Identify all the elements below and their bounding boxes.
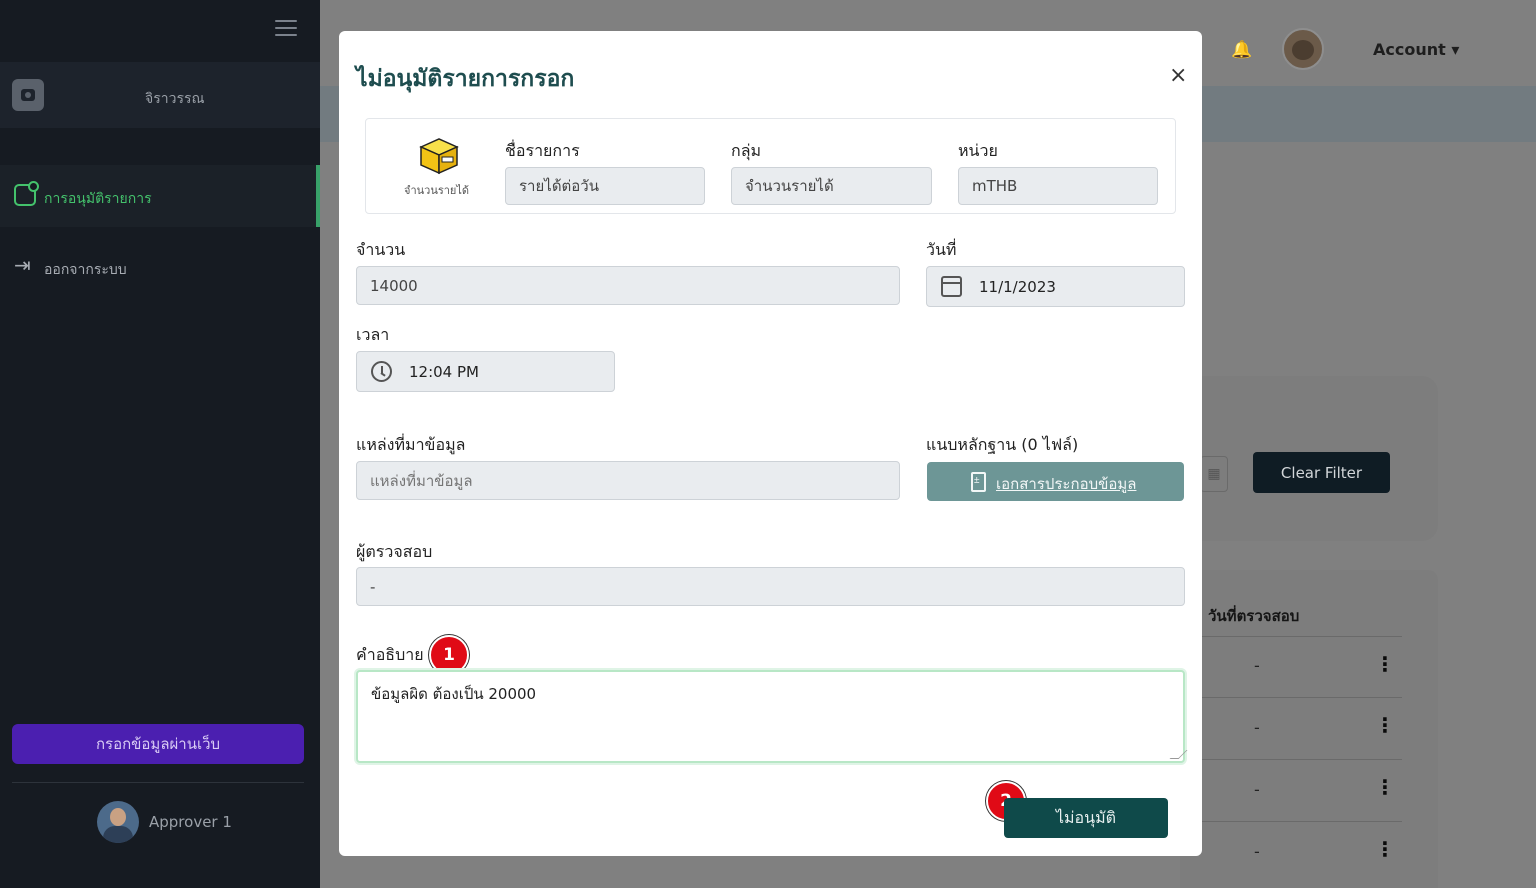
item-group-label: กลุ่ม <box>731 141 762 160</box>
source-input[interactable] <box>356 461 900 500</box>
date-field[interactable]: 11/1/2023 <box>926 266 1185 307</box>
attach-document-label: เอกสารประกอบข้อมูล <box>996 475 1137 493</box>
hamburger-menu-icon[interactable] <box>275 20 297 38</box>
description-label: คำอธิบาย <box>356 645 424 664</box>
attach-document-button[interactable]: เอกสารประกอบข้อมูล <box>927 462 1184 501</box>
org-header: จิราวรรณ <box>0 62 320 128</box>
bell-icon[interactable]: 🔔 <box>1231 40 1252 60</box>
sidebar-item-label: ออกจากระบบ <box>44 262 127 278</box>
table-cell: - <box>1254 656 1260 675</box>
sidebar: จิราวรรณ การอนุมัติรายการ ⇥ ออกจากระบบ ก… <box>0 0 320 888</box>
file-upload-icon <box>971 472 986 492</box>
sidebar-item-approval[interactable]: การอนุมัติรายการ <box>0 165 320 227</box>
table-divider <box>1180 759 1402 760</box>
web-entry-button[interactable]: กรอกข้อมูลผ่านเว็บ <box>12 724 304 764</box>
user-avatar[interactable] <box>97 801 139 843</box>
description-textarea[interactable]: ข้อมูลผิด ต้องเป็น 20000 <box>356 670 1185 763</box>
item-unit-field[interactable] <box>958 167 1158 205</box>
clock-icon <box>371 361 392 382</box>
camera-icon <box>12 79 44 111</box>
clear-filter-button[interactable]: Clear Filter <box>1253 452 1390 493</box>
amount-field[interactable] <box>356 266 900 305</box>
time-value: 12:04 PM <box>409 363 479 381</box>
reviewer-field[interactable] <box>356 567 1185 606</box>
table-cell: - <box>1254 780 1260 799</box>
reject-button[interactable]: ไม่อนุมัติ <box>1004 798 1168 838</box>
table-divider <box>1180 697 1402 698</box>
user-name: Approver 1 <box>149 813 232 831</box>
calendar-icon[interactable]: ▦ <box>1200 456 1228 492</box>
item-group-field[interactable] <box>731 167 932 205</box>
amount-label: จำนวน <box>356 240 406 259</box>
item-name-label: ชื่อรายการ <box>505 141 580 160</box>
source-label: แหล่งที่มาข้อมูล <box>356 435 466 454</box>
more-options-icon[interactable]: ⋮ <box>1375 654 1395 674</box>
logout-icon: ⇥ <box>14 253 31 277</box>
approval-icon <box>14 181 39 206</box>
more-options-icon[interactable]: ⋮ <box>1375 839 1395 859</box>
more-options-icon[interactable]: ⋮ <box>1375 715 1395 735</box>
close-icon[interactable]: × <box>1169 63 1187 88</box>
date-value: 11/1/2023 <box>979 278 1056 296</box>
more-options-icon[interactable]: ⋮ <box>1375 777 1395 797</box>
item-info-card: จำนวนรายได้ ชื่อรายการ กลุ่ม หน่วย <box>365 118 1176 214</box>
box-icon <box>419 138 459 175</box>
item-icon-caption: จำนวนรายได้ <box>404 184 470 197</box>
table-cell: - <box>1254 842 1260 861</box>
org-name: จิราวรรณ <box>145 91 205 107</box>
table-divider <box>1180 636 1402 637</box>
table-cell: - <box>1254 718 1260 737</box>
reject-entry-modal: ไม่อนุมัติรายการกรอก × จำนวนรายได้ ชื่อร… <box>339 31 1202 856</box>
sidebar-divider <box>12 782 304 783</box>
account-avatar[interactable] <box>1282 28 1324 70</box>
sidebar-item-label: การอนุมัติรายการ <box>44 191 152 207</box>
item-name-field[interactable] <box>505 167 705 205</box>
evidence-label: แนบหลักฐาน (0 ไฟล์) <box>926 435 1079 454</box>
date-label: วันที่ <box>926 240 957 259</box>
account-menu-button[interactable]: Account ▾ <box>1373 40 1459 59</box>
reviewer-label: ผู้ตรวจสอบ <box>356 542 433 561</box>
sidebar-item-logout[interactable]: ⇥ ออกจากระบบ <box>0 236 320 296</box>
step-badge-1: 1 <box>429 635 469 675</box>
calendar-icon <box>941 276 962 297</box>
table-divider <box>1180 821 1402 822</box>
column-header-review-date: วันที่ตรวจสอบ <box>1208 607 1300 625</box>
item-unit-label: หน่วย <box>958 141 998 160</box>
time-field[interactable]: 12:04 PM <box>356 351 615 392</box>
modal-title: ไม่อนุมัติรายการกรอก <box>356 66 575 92</box>
time-label: เวลา <box>356 325 390 344</box>
